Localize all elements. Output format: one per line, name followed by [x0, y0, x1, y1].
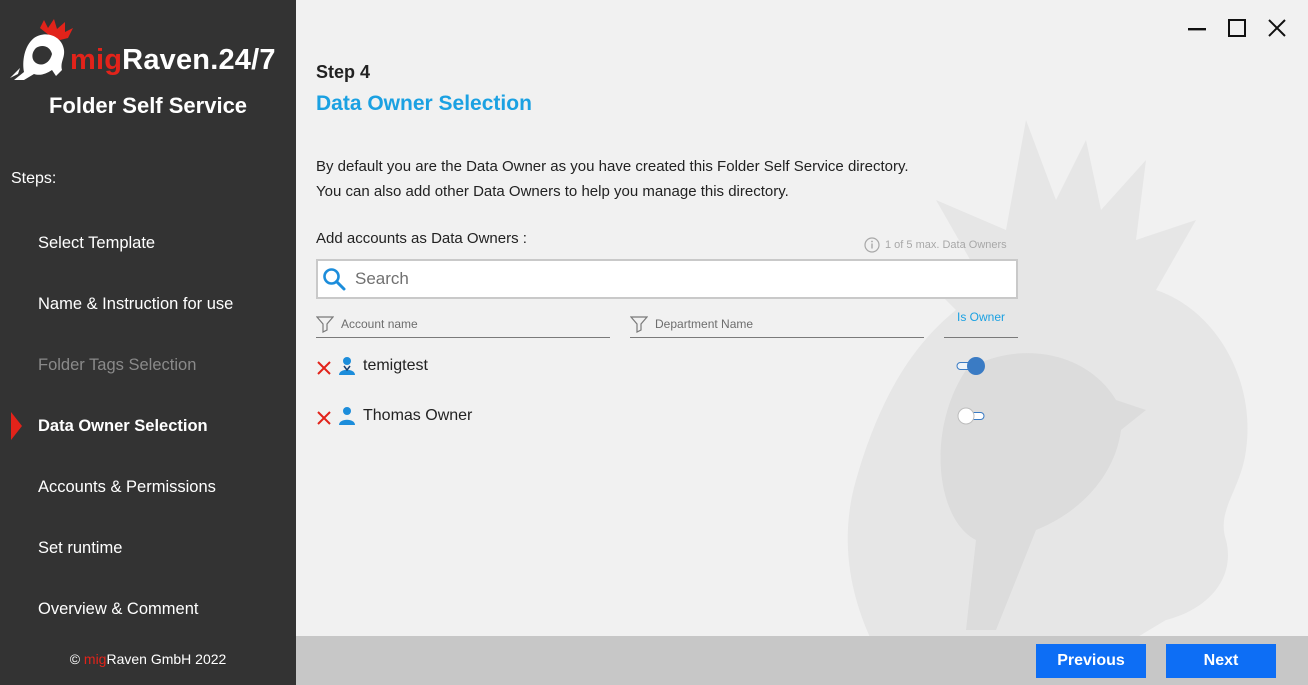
minimize-button[interactable]: [1186, 16, 1208, 40]
step-folder-tags: Folder Tags Selection: [38, 356, 197, 374]
step-name-instruction[interactable]: Name & Instruction for use: [38, 295, 233, 314]
owner-row: temigtest: [316, 351, 1018, 381]
owner-name: temigtest: [363, 357, 428, 374]
owner-count-hint: 1 of 5 max. Data Owners: [864, 237, 1007, 253]
filter-icon[interactable]: [316, 315, 334, 333]
copyright-brand-prefix: mig: [83, 651, 107, 667]
info-icon: [864, 237, 880, 253]
maximize-icon: [1228, 19, 1246, 37]
maximize-button[interactable]: [1226, 16, 1248, 40]
app-subtitle: Folder Self Service: [48, 93, 248, 118]
window-controls: [1186, 16, 1288, 40]
step-title: Data Owner Selection: [316, 92, 532, 115]
minimize-icon: [1188, 28, 1206, 31]
column-owner-label: Is Owner: [956, 310, 1005, 324]
search-input[interactable]: [355, 269, 995, 289]
brand-title: migRaven.24/7: [70, 44, 276, 77]
owner-name: Thomas Owner: [363, 407, 473, 424]
filter-icon[interactable]: [630, 315, 648, 333]
brand-suffix: Raven.24/7: [122, 44, 276, 76]
owner-count-text: 1 of 5 max. Data Owners: [885, 239, 1007, 251]
description-line-2: You can also add other Data Owners to he…: [316, 183, 789, 200]
column-account-name: Account name: [316, 310, 610, 338]
sidebar: migRaven.24/7 Folder Self Service Steps:…: [0, 0, 296, 685]
is-owner-toggle-off[interactable]: [956, 406, 986, 426]
close-button[interactable]: [1266, 16, 1288, 40]
remove-icon[interactable]: [316, 360, 332, 376]
user-icon: [339, 357, 355, 375]
remove-icon[interactable]: [316, 410, 332, 426]
previous-button[interactable]: Previous: [1036, 644, 1146, 678]
column-is-owner: Is Owner: [944, 310, 1018, 338]
step-select-template[interactable]: Select Template: [38, 234, 155, 253]
active-step-marker: [11, 412, 22, 440]
footer-bar: Previous Next: [296, 636, 1308, 685]
close-icon: [1268, 19, 1286, 37]
search-box: [316, 259, 1018, 299]
copyright: © migRaven GmbH 2022: [0, 651, 296, 667]
brand-prefix: mig: [70, 44, 123, 76]
column-department-name: Department Name: [630, 310, 924, 338]
column-account-label: Account name: [341, 317, 418, 331]
owner-row: Thomas Owner: [316, 401, 1018, 431]
step-overview-comment[interactable]: Overview & Comment: [38, 600, 198, 619]
steps-label: Steps:: [11, 170, 57, 187]
step-number: Step 4: [316, 62, 371, 82]
add-owners-label: Add accounts as Data Owners :: [316, 230, 527, 247]
user-icon: [339, 407, 355, 425]
step-accounts-permissions[interactable]: Accounts & Permissions: [38, 478, 216, 497]
search-icon: [323, 268, 346, 291]
copyright-symbol: ©: [69, 651, 81, 667]
is-owner-toggle-on[interactable]: [956, 356, 986, 376]
copyright-text: Raven GmbH 2022: [106, 651, 227, 667]
step-set-runtime[interactable]: Set runtime: [38, 539, 122, 558]
step-data-owner-selection[interactable]: Data Owner Selection: [38, 417, 208, 436]
column-department-label: Department Name: [655, 317, 754, 331]
description: By default you are the Data Owner as you…: [316, 154, 909, 204]
next-button[interactable]: Next: [1166, 644, 1276, 678]
description-line-1: By default you are the Data Owner as you…: [316, 158, 909, 175]
main-panel: Step 4 Data Owner Selection By default y…: [296, 0, 1308, 636]
